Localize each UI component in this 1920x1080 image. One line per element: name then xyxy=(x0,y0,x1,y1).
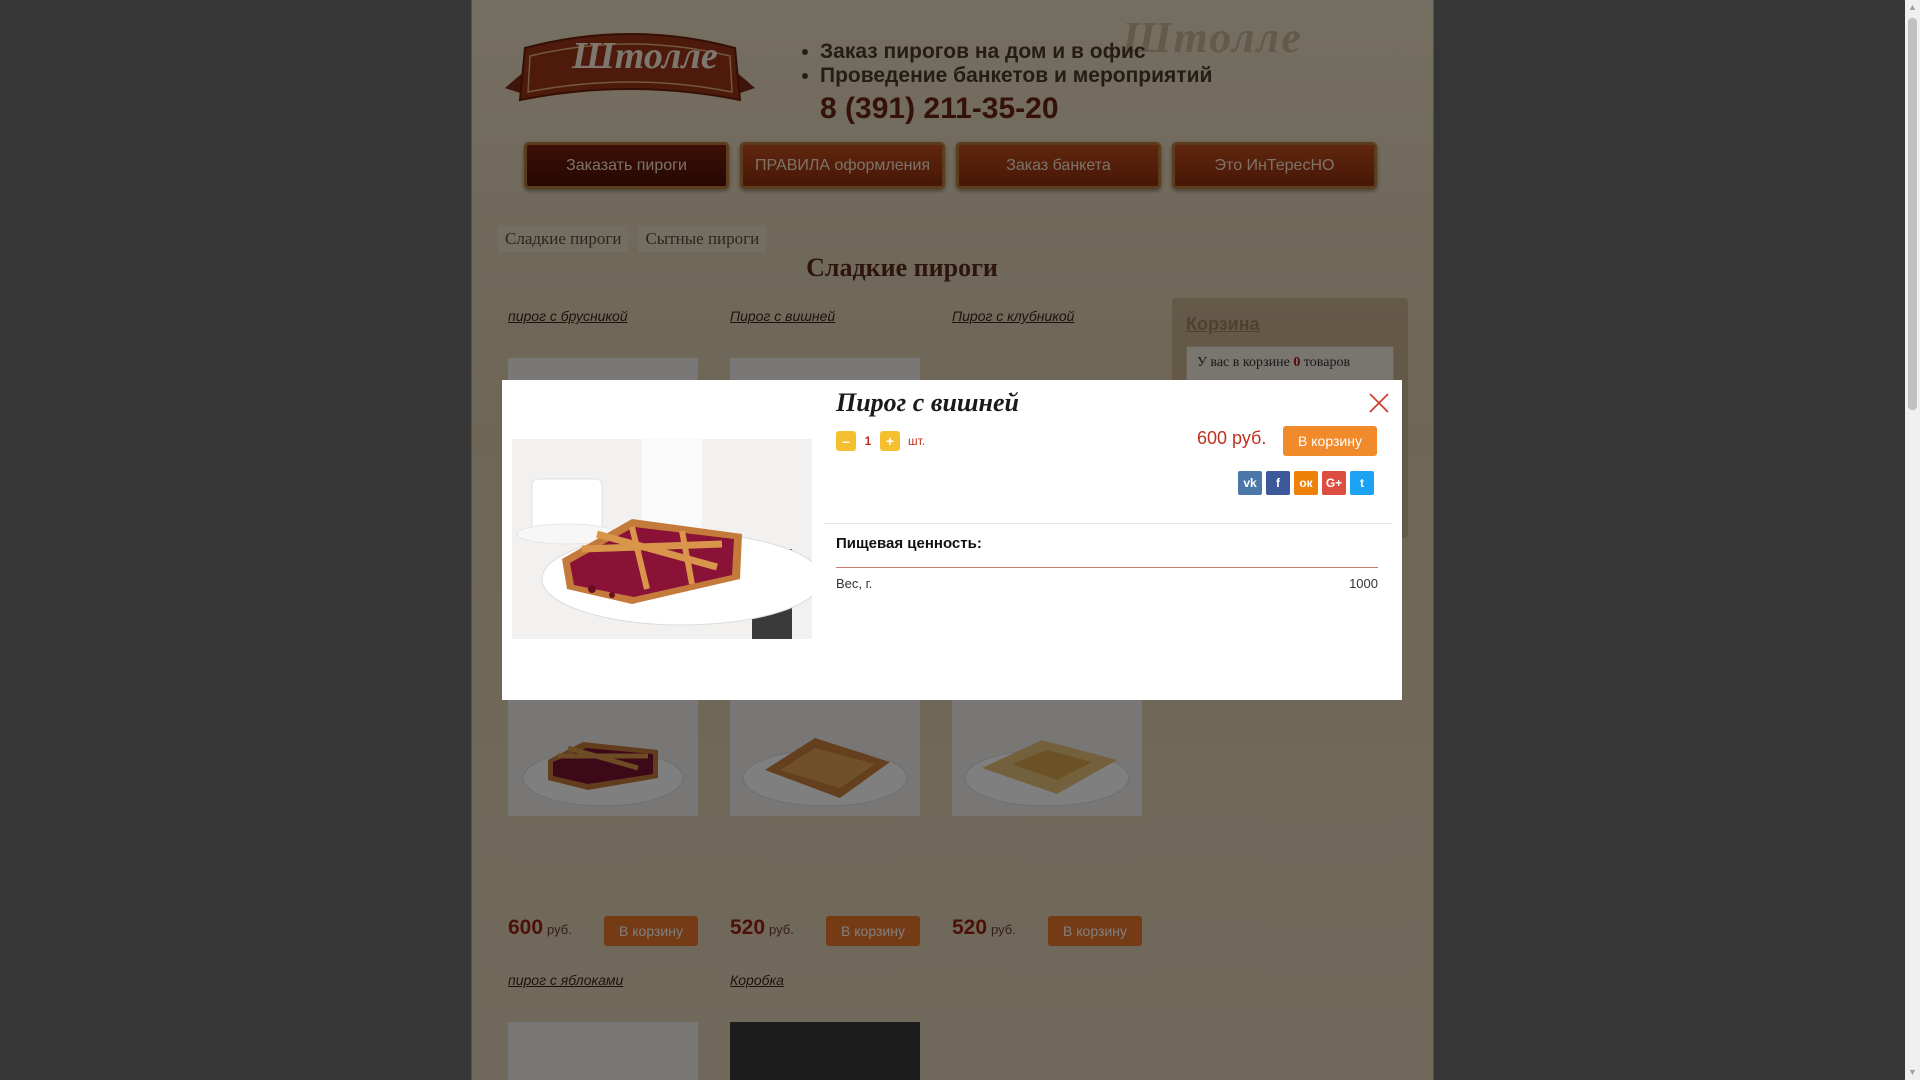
facebook-icon[interactable]: f xyxy=(1266,471,1290,495)
twitter-icon[interactable]: t xyxy=(1350,471,1374,495)
scroll-down-icon[interactable]: ▼ xyxy=(1908,1068,1917,1077)
quantity-value[interactable]: 1 xyxy=(862,434,874,448)
modal-price: 600 руб. xyxy=(1197,428,1267,448)
divider xyxy=(836,567,1378,568)
share-buttons: vk f ок G+ t xyxy=(1238,471,1374,495)
quantity-unit: шт. xyxy=(908,434,926,448)
vk-icon[interactable]: vk xyxy=(1238,471,1262,495)
quantity-minus-button[interactable]: – xyxy=(836,431,856,451)
divider xyxy=(824,523,1392,524)
modal-add-to-cart-button[interactable]: В корзину xyxy=(1283,426,1377,456)
odnoklassniki-icon[interactable]: ок xyxy=(1294,471,1318,495)
scroll-thumb[interactable] xyxy=(1908,18,1917,410)
nutrition-title: Пищевая ценность: xyxy=(836,535,982,552)
quantity-plus-button[interactable]: + xyxy=(880,431,900,451)
nutrition-value: 1000 xyxy=(1349,576,1378,591)
product-modal: Пирог с вишней – 1 + шт. 600 руб. В корз… xyxy=(502,380,1402,700)
modal-title: Пирог с вишней xyxy=(836,388,1019,417)
nutrition-label: Вес, г. xyxy=(836,576,873,591)
nutrition-row: Вес, г. 1000 xyxy=(836,576,1378,591)
scrollbar[interactable]: ▲ ▼ xyxy=(1905,0,1920,1080)
modal-product-image xyxy=(512,439,812,639)
google-plus-icon[interactable]: G+ xyxy=(1322,471,1346,495)
close-icon[interactable] xyxy=(1368,392,1390,414)
cherry-pie-photo xyxy=(512,439,812,639)
quantity-stepper: – 1 + шт. xyxy=(836,431,925,451)
scroll-up-icon[interactable]: ▲ xyxy=(1908,3,1917,12)
